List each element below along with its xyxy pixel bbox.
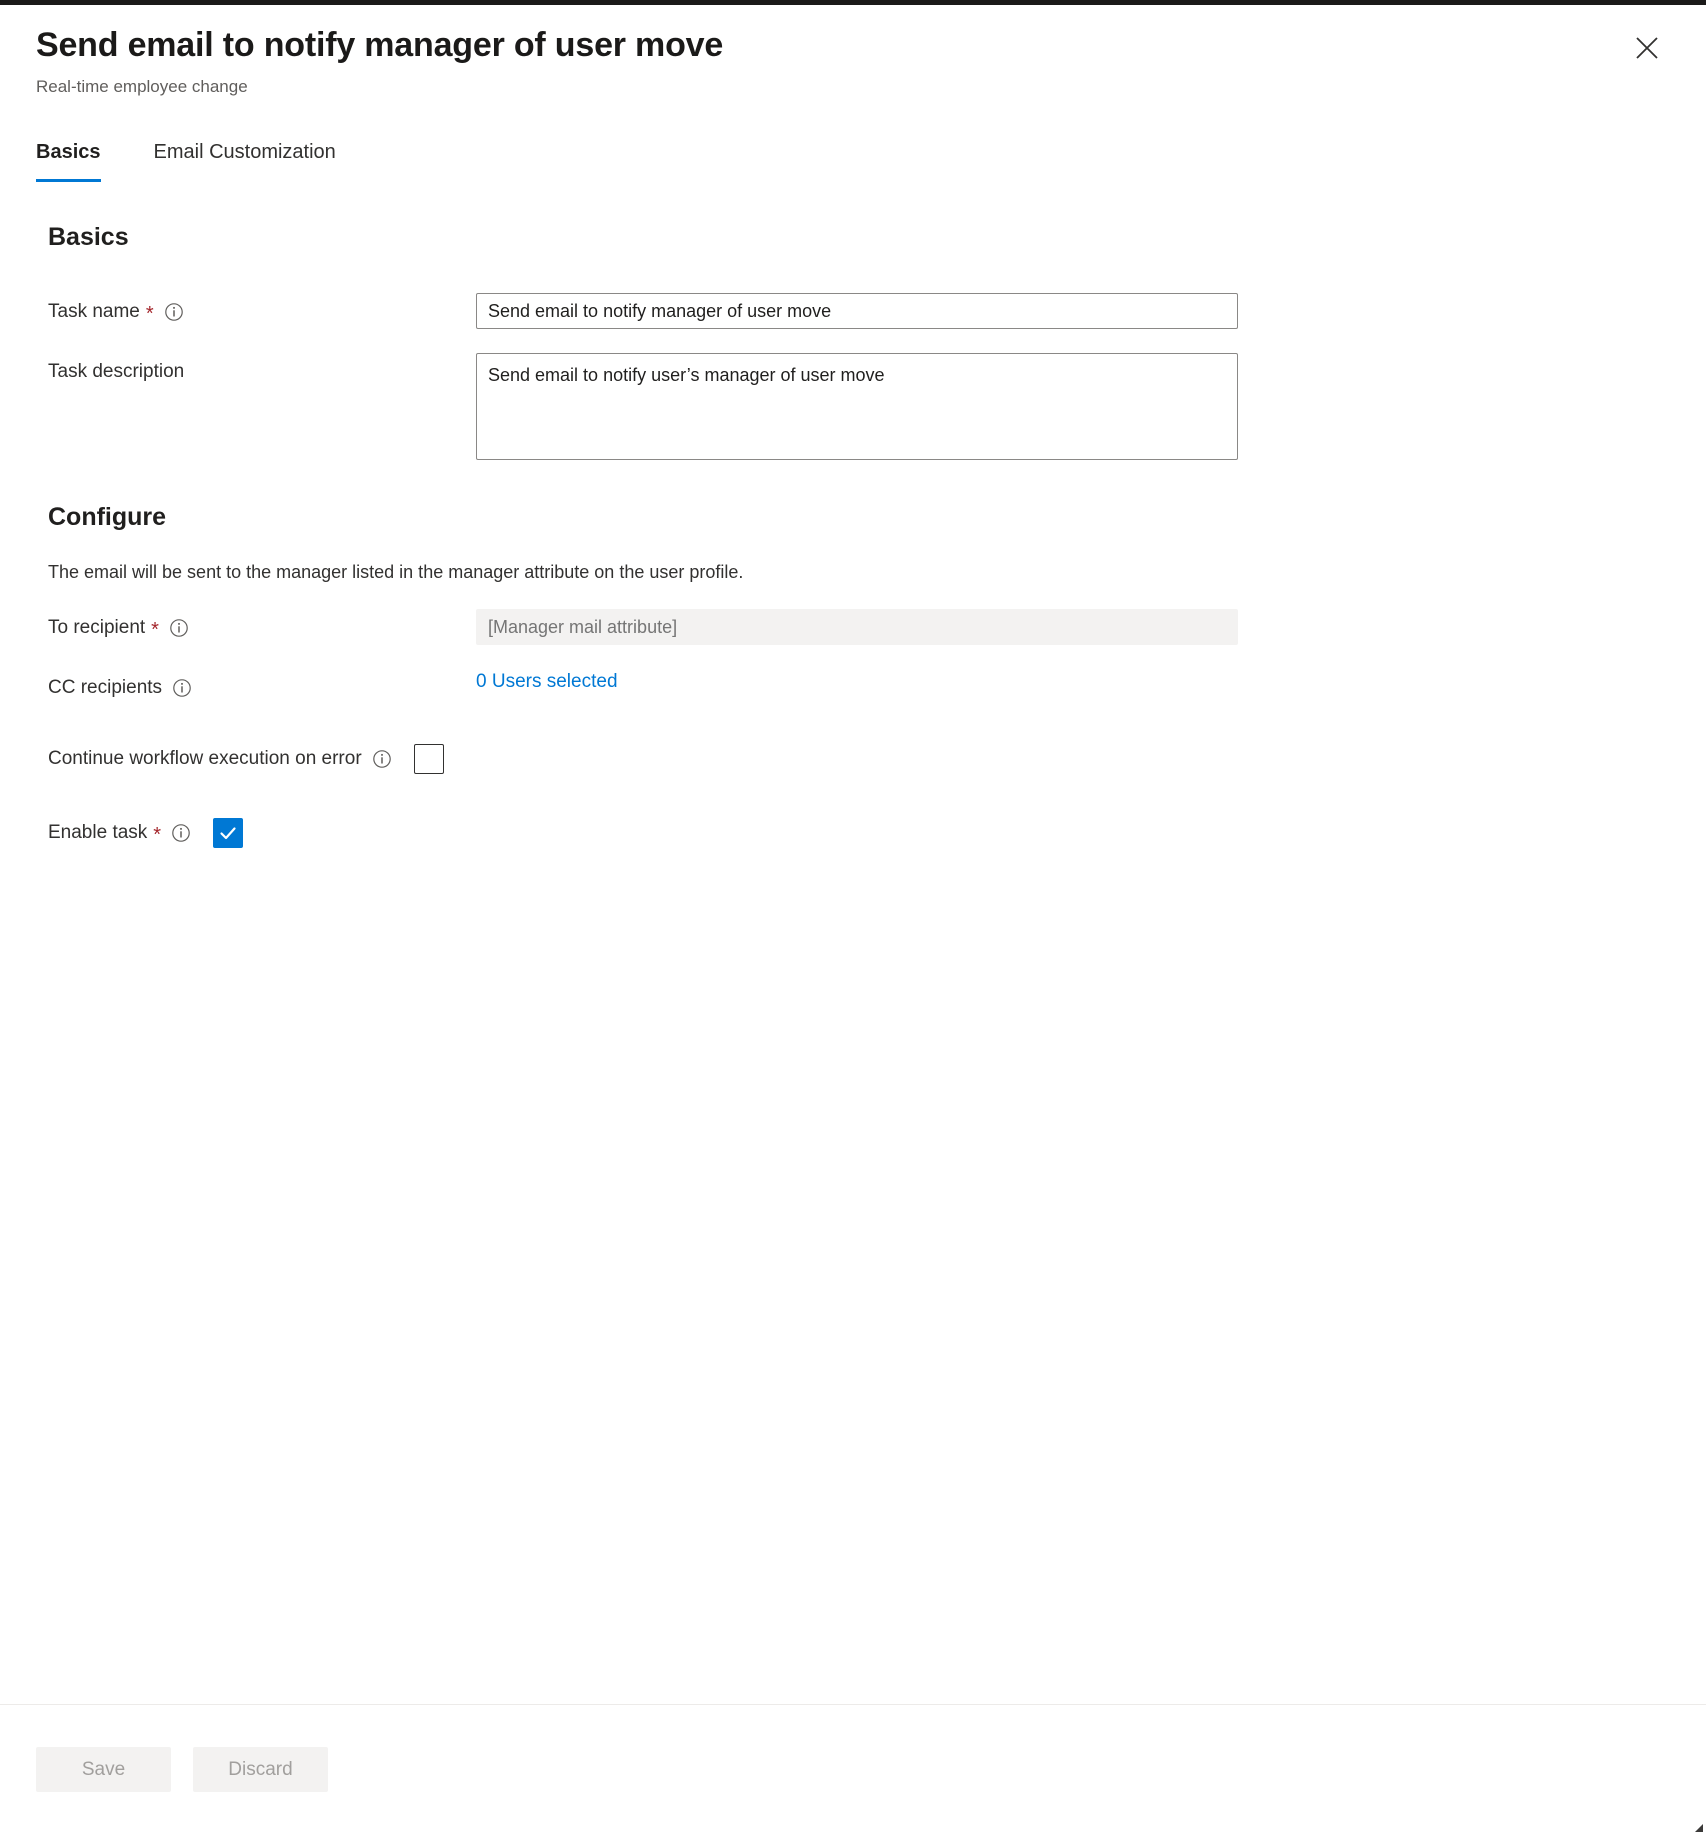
close-icon [1633, 34, 1661, 62]
info-icon[interactable] [164, 302, 184, 322]
required-asterisk: * [151, 620, 159, 640]
cc-users-selected-link[interactable]: 0 Users selected [476, 669, 618, 695]
task-configuration-blade: Send email to notify manager of user mov… [0, 5, 1706, 1834]
cc-recipients-label-text: CC recipients [48, 676, 162, 700]
task-description-label: Task description [48, 353, 476, 384]
form-row-task-description: Task description Send email to notify us… [48, 353, 1706, 465]
tab-bar: Basics Email Customization [0, 139, 1706, 201]
task-description-textarea[interactable]: Send email to notify user’s manager of u… [476, 353, 1238, 460]
info-icon[interactable] [172, 678, 192, 698]
discard-button[interactable]: Discard [193, 1747, 328, 1792]
cc-recipients-control: 0 Users selected [476, 669, 1706, 695]
save-button[interactable]: Save [36, 1747, 171, 1792]
cc-recipients-label: CC recipients [48, 669, 476, 700]
blade-footer: Save Discard [0, 1704, 1706, 1834]
form-row-to-recipient: To recipient * [48, 609, 1706, 645]
page-subtitle: Real-time employee change [36, 75, 1706, 99]
form-row-cc-recipients: CC recipients 0 Users selected [48, 669, 1706, 700]
to-recipient-input [476, 609, 1238, 645]
tab-email-customization[interactable]: Email Customization [154, 139, 336, 165]
to-recipient-label-text: To recipient [48, 616, 145, 640]
info-icon[interactable] [169, 618, 189, 638]
task-name-label: Task name * [48, 293, 476, 324]
section-heading-basics: Basics [48, 221, 1706, 253]
to-recipient-control [476, 609, 1706, 645]
enable-task-checkbox[interactable] [213, 818, 243, 848]
enable-task-label-text: Enable task [48, 821, 147, 845]
task-name-label-text: Task name [48, 300, 140, 324]
form-row-task-name: Task name * [48, 293, 1706, 329]
form-row-continue-on-error: Continue workflow execution on error [48, 744, 1706, 774]
task-name-control [476, 293, 1706, 329]
info-icon[interactable] [171, 823, 191, 843]
task-description-label-text: Task description [48, 360, 184, 384]
configure-helper-text: The email will be sent to the manager li… [48, 559, 1706, 585]
blade-body: Basics Task name * Task de [0, 221, 1706, 848]
to-recipient-label: To recipient * [48, 609, 476, 640]
enable-task-label: Enable task * [48, 821, 191, 845]
continue-on-error-label-text: Continue workflow execution on error [48, 747, 362, 771]
close-button[interactable] [1626, 27, 1668, 69]
task-description-control: Send email to notify user’s manager of u… [476, 353, 1706, 465]
info-icon[interactable] [372, 749, 392, 769]
continue-on-error-checkbox[interactable] [414, 744, 444, 774]
required-asterisk: * [153, 825, 161, 845]
required-asterisk: * [146, 304, 154, 324]
task-name-input[interactable] [476, 293, 1238, 329]
resize-grip[interactable] [1692, 1820, 1704, 1832]
blade-header: Send email to notify manager of user mov… [0, 5, 1706, 117]
tab-basics[interactable]: Basics [36, 139, 101, 165]
page-title: Send email to notify manager of user mov… [36, 23, 1706, 67]
form-row-enable-task: Enable task * [48, 818, 1706, 848]
section-heading-configure: Configure [48, 501, 1706, 533]
continue-on-error-label: Continue workflow execution on error [48, 747, 392, 771]
